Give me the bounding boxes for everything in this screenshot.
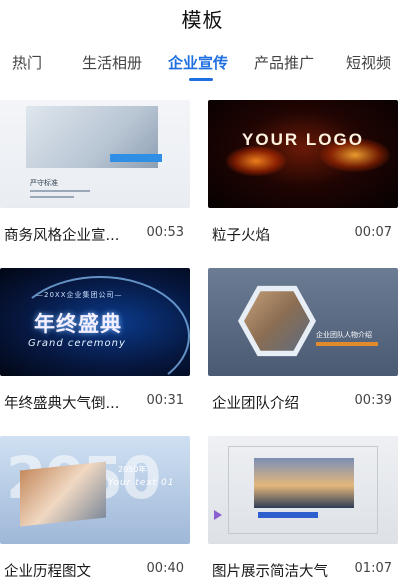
thumbnail-company-text: —20XX企业集团公司— bbox=[36, 291, 123, 299]
template-duration: 01:07 bbox=[354, 561, 392, 576]
thumbnail-text-line bbox=[30, 196, 74, 198]
category-tabs: 热门 生活相册 企业宣传 产品推广 短视频 bbox=[0, 48, 405, 86]
tab-short-video[interactable]: 短视频 bbox=[346, 52, 391, 73]
template-title: 年终盛典大气倒... bbox=[4, 396, 120, 412]
template-thumbnail: YOUR LOGO bbox=[208, 100, 398, 208]
template-card-fire[interactable]: YOUR LOGO 粒子火焰 00:07 bbox=[208, 100, 398, 250]
template-title: 图片展示简洁大气 bbox=[212, 564, 328, 580]
template-duration: 00:53 bbox=[146, 225, 184, 240]
thumbnail-accent-bar bbox=[316, 342, 378, 346]
thumbnail-label: 企业团队人物介绍 bbox=[316, 331, 372, 339]
thumbnail-photo bbox=[20, 461, 106, 527]
flame-glow bbox=[226, 146, 286, 176]
page-header: 模板 bbox=[0, 0, 405, 40]
template-duration: 00:07 bbox=[354, 225, 392, 240]
tab-hot[interactable]: 热门 bbox=[12, 52, 42, 73]
thumbnail-text-line bbox=[30, 190, 90, 192]
template-card-business[interactable]: 严守标准 商务风格企业宣... 00:53 bbox=[0, 100, 190, 250]
template-thumbnail: 2050 2050年 Your text 01 bbox=[0, 436, 190, 544]
page-title: 模板 bbox=[181, 8, 224, 32]
tab-corporate-promo[interactable]: 企业宣传 bbox=[168, 52, 228, 73]
template-card-team[interactable]: 企业团队人物介绍 企业团队介绍 00:39 bbox=[208, 268, 398, 418]
template-duration: 00:31 bbox=[146, 393, 184, 408]
thumbnail-subtitle: Grand ceremony bbox=[28, 338, 126, 349]
template-thumbnail: 企业团队人物介绍 bbox=[208, 268, 398, 376]
play-marker-icon bbox=[214, 510, 222, 520]
thumbnail-caption-bar bbox=[258, 512, 318, 518]
template-thumbnail bbox=[208, 436, 398, 544]
thumbnail-headline: 年终盛典 bbox=[34, 312, 122, 336]
thumbnail-caption: 严守标准 bbox=[30, 179, 58, 187]
template-title: 商务风格企业宣... bbox=[4, 228, 120, 244]
template-title: 企业历程图文 bbox=[4, 564, 91, 580]
tab-product-promo[interactable]: 产品推广 bbox=[254, 52, 314, 73]
thumbnail-logo-text: YOUR LOGO bbox=[242, 130, 364, 149]
template-thumbnail: 严守标准 bbox=[0, 100, 190, 208]
template-title: 企业团队介绍 bbox=[212, 396, 299, 412]
thumbnail-year: 2050年 bbox=[118, 465, 147, 474]
active-tab-indicator bbox=[189, 78, 213, 81]
template-title: 粒子火焰 bbox=[212, 228, 270, 244]
template-duration: 00:39 bbox=[354, 393, 392, 408]
template-card-history[interactable]: 2050 2050年 Your text 01 企业历程图文 00:40 bbox=[0, 436, 190, 585]
city-photo bbox=[254, 458, 354, 508]
tab-life-album[interactable]: 生活相册 bbox=[82, 52, 142, 73]
template-duration: 00:40 bbox=[146, 561, 184, 576]
template-card-gala[interactable]: —20XX企业集团公司— 年终盛典 Grand ceremony 年终盛典大气倒… bbox=[0, 268, 190, 418]
thumbnail-accent-bar bbox=[110, 154, 162, 162]
thumbnail-text: Your text 01 bbox=[108, 478, 175, 488]
template-thumbnail: —20XX企业集团公司— 年终盛典 Grand ceremony bbox=[0, 268, 190, 376]
template-card-gallery[interactable]: 图片展示简洁大气 01:07 bbox=[208, 436, 398, 585]
